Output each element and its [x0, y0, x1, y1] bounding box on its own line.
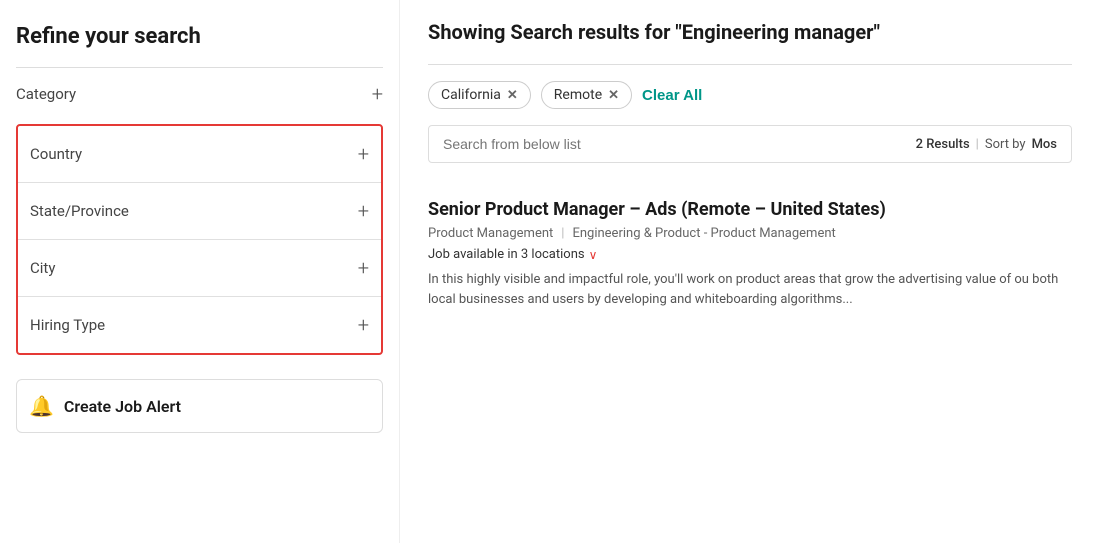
- state-province-expand-icon[interactable]: +: [358, 201, 369, 221]
- job-meta-department: Engineering & Product - Product Manageme…: [572, 226, 835, 241]
- state-province-filter[interactable]: State/Province +: [18, 183, 381, 240]
- job-card: Senior Product Manager – Ads (Remote – U…: [428, 187, 1072, 321]
- search-heading: Showing Search results for "Engineering …: [428, 20, 1072, 44]
- country-expand-icon[interactable]: +: [358, 144, 369, 164]
- job-meta-category: Product Management: [428, 226, 553, 241]
- main-content: Showing Search results for "Engineering …: [400, 0, 1100, 543]
- filter-tag-california-label: California: [441, 87, 501, 103]
- category-filter[interactable]: Category +: [16, 68, 383, 116]
- sort-label: Sort by: [985, 137, 1026, 152]
- city-expand-icon[interactable]: +: [358, 258, 369, 278]
- city-label: City: [30, 259, 55, 277]
- job-title[interactable]: Senior Product Manager – Ads (Remote – U…: [428, 199, 1072, 220]
- country-label: Country: [30, 145, 82, 163]
- category-expand-icon[interactable]: +: [372, 82, 383, 106]
- country-filter[interactable]: Country +: [18, 126, 381, 183]
- search-bar-container: 2 Results | Sort by Mos: [428, 125, 1072, 163]
- clear-all-button[interactable]: Clear All: [642, 87, 702, 104]
- job-meta: Product Management | Engineering & Produ…: [428, 226, 1072, 241]
- sidebar-title: Refine your search: [16, 24, 383, 49]
- hiring-type-expand-icon[interactable]: +: [358, 315, 369, 335]
- search-input[interactable]: [443, 136, 916, 152]
- sidebar: Refine your search Category + Country + …: [0, 0, 400, 543]
- filter-tag-remote-label: Remote: [554, 87, 602, 103]
- create-job-alert-button[interactable]: 🔔 Create Job Alert: [16, 379, 383, 433]
- job-description: In this highly visible and impactful rol…: [428, 270, 1072, 309]
- hiring-type-filter[interactable]: Hiring Type +: [18, 297, 381, 353]
- meta-pipe: |: [561, 226, 564, 241]
- results-count: 2 Results: [916, 137, 970, 152]
- create-job-alert-label: Create Job Alert: [64, 397, 181, 416]
- filter-tag-remote[interactable]: Remote ✕: [541, 81, 632, 109]
- state-province-label: State/Province: [30, 202, 129, 220]
- filter-tag-california-remove[interactable]: ✕: [507, 88, 518, 103]
- active-filters-row: California ✕ Remote ✕ Clear All: [428, 81, 1072, 109]
- results-sort-info: 2 Results | Sort by Mos: [916, 137, 1057, 152]
- job-locations[interactable]: Job available in 3 locations ∨: [428, 247, 1072, 262]
- search-heading-prefix: Showing Search results for: [428, 20, 675, 44]
- pipe-divider: |: [976, 137, 979, 152]
- filter-section-group: Country + State/Province + City + Hiring…: [16, 124, 383, 355]
- alert-bell-icon: 🔔: [29, 394, 54, 418]
- sort-value[interactable]: Mos: [1032, 137, 1057, 152]
- city-filter[interactable]: City +: [18, 240, 381, 297]
- filter-tag-remote-remove[interactable]: ✕: [608, 88, 619, 103]
- filter-tag-california[interactable]: California ✕: [428, 81, 531, 109]
- category-label: Category: [16, 85, 76, 103]
- locations-chevron-icon[interactable]: ∨: [589, 248, 598, 262]
- search-heading-query: "Engineering manager": [675, 20, 880, 44]
- job-locations-text: Job available in 3 locations: [428, 247, 585, 262]
- hiring-type-label: Hiring Type: [30, 316, 105, 334]
